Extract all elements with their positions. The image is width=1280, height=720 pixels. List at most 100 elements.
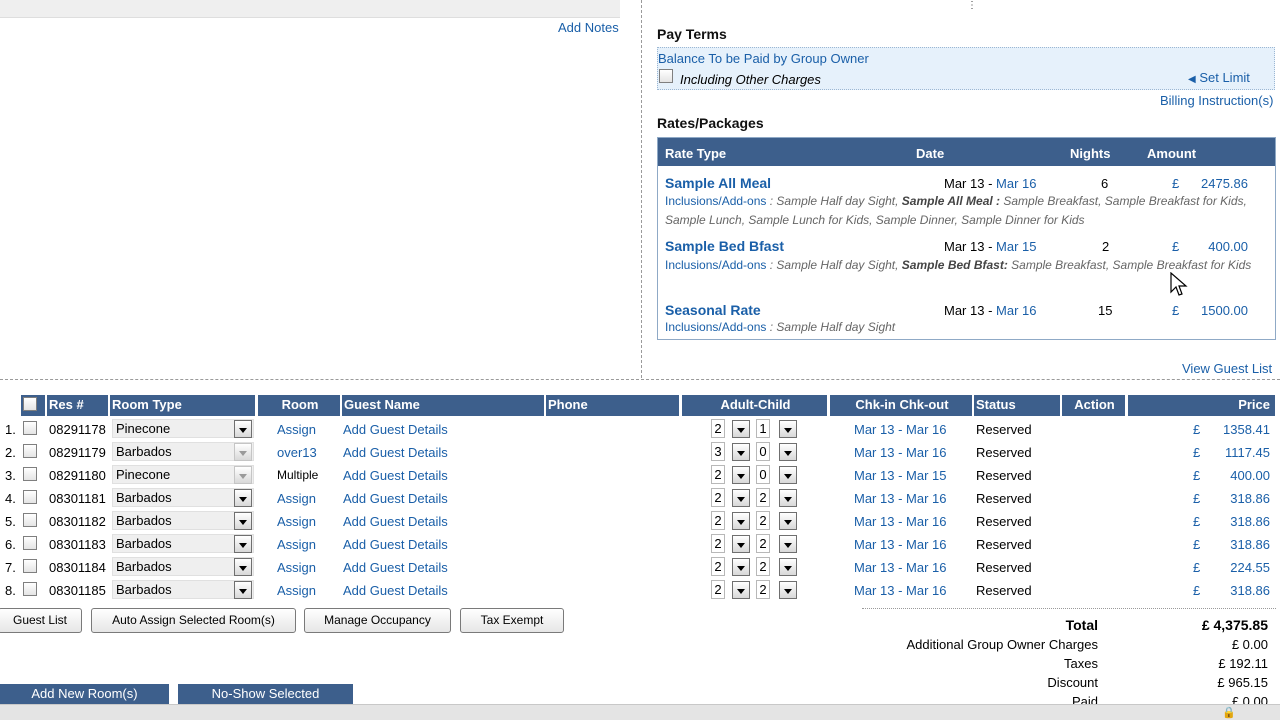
manage-occupancy-button[interactable]: Manage Occupancy bbox=[304, 608, 451, 633]
set-limit-link[interactable]: ◀ Set Limit bbox=[1188, 70, 1250, 85]
adult-count[interactable]: 2 bbox=[711, 557, 725, 576]
add-guest-details-link[interactable]: Add Guest Details bbox=[343, 582, 448, 599]
adult-dropdown-icon[interactable] bbox=[732, 535, 750, 553]
room-type-select[interactable]: Barbados bbox=[112, 442, 254, 461]
child-count[interactable]: 2 bbox=[756, 557, 770, 576]
child-dropdown-icon[interactable] bbox=[779, 581, 797, 599]
including-other-charges-checkbox[interactable] bbox=[659, 69, 673, 83]
adult-dropdown-icon[interactable] bbox=[732, 558, 750, 576]
inclusions-addons-link[interactable]: Inclusions/Add-ons bbox=[665, 320, 766, 334]
stay-dates-link[interactable]: Mar 13 - Mar 16 bbox=[854, 490, 946, 507]
price-link[interactable]: 318.86 bbox=[1160, 490, 1270, 507]
adult-dropdown-icon[interactable] bbox=[732, 581, 750, 599]
row-checkbox[interactable] bbox=[23, 582, 37, 596]
stay-dates-link[interactable]: Mar 13 - Mar 16 bbox=[854, 536, 946, 553]
room-type-select[interactable]: Barbados bbox=[112, 580, 254, 599]
room-type-dropdown-icon[interactable] bbox=[234, 512, 252, 530]
add-guest-details-link[interactable]: Add Guest Details bbox=[343, 444, 448, 461]
price-link[interactable]: 318.86 bbox=[1160, 536, 1270, 553]
rate-amount-link[interactable]: 2475.86 bbox=[1168, 176, 1248, 191]
adult-dropdown-icon[interactable] bbox=[732, 512, 750, 530]
room-type-dropdown-icon[interactable] bbox=[234, 489, 252, 507]
room-type-dropdown-icon[interactable] bbox=[234, 581, 252, 599]
child-dropdown-icon[interactable] bbox=[779, 558, 797, 576]
child-dropdown-icon[interactable] bbox=[779, 443, 797, 461]
add-guest-details-link[interactable]: Add Guest Details bbox=[343, 513, 448, 530]
child-dropdown-icon[interactable] bbox=[779, 489, 797, 507]
child-dropdown-icon[interactable] bbox=[779, 466, 797, 484]
child-count[interactable]: 0 bbox=[756, 465, 770, 484]
assign-room-link[interactable]: Assign bbox=[277, 490, 316, 507]
rate-amount-link[interactable]: 400.00 bbox=[1168, 239, 1248, 254]
room-type-select[interactable]: Barbados bbox=[112, 557, 254, 576]
row-checkbox[interactable] bbox=[23, 559, 37, 573]
room-type-dropdown-icon[interactable] bbox=[234, 420, 252, 438]
row-checkbox[interactable] bbox=[23, 536, 37, 550]
rate-name-link[interactable]: Sample All Meal bbox=[665, 175, 771, 191]
room-type-dropdown-icon[interactable] bbox=[234, 558, 252, 576]
adult-count[interactable]: 2 bbox=[711, 488, 725, 507]
row-checkbox[interactable] bbox=[23, 421, 37, 435]
room-type-select[interactable]: Barbados bbox=[112, 511, 254, 530]
add-guest-details-link[interactable]: Add Guest Details bbox=[343, 536, 448, 553]
view-guest-list-link[interactable]: View Guest List bbox=[1182, 361, 1272, 376]
row-checkbox[interactable] bbox=[23, 444, 37, 458]
adult-count[interactable]: 3 bbox=[711, 442, 725, 461]
stay-dates-link[interactable]: Mar 13 - Mar 16 bbox=[854, 559, 946, 576]
balance-paid-by-owner-link[interactable]: Balance To be Paid by Group Owner bbox=[658, 51, 869, 66]
rate-date-to-link[interactable]: Mar 15 bbox=[996, 239, 1036, 254]
billing-instructions-link[interactable]: Billing Instruction(s) bbox=[1160, 93, 1273, 108]
adult-dropdown-icon[interactable] bbox=[732, 489, 750, 507]
guest-list-button[interactable]: Guest List bbox=[0, 608, 82, 633]
rate-name-link[interactable]: Seasonal Rate bbox=[665, 302, 761, 318]
child-count[interactable]: 2 bbox=[756, 534, 770, 553]
assign-room-link[interactable]: Assign bbox=[277, 536, 316, 553]
adult-count[interactable]: 2 bbox=[711, 419, 725, 438]
child-dropdown-icon[interactable] bbox=[779, 535, 797, 553]
stay-dates-link[interactable]: Mar 13 - Mar 16 bbox=[854, 421, 946, 438]
adult-count[interactable]: 2 bbox=[711, 534, 725, 553]
inclusions-addons-link[interactable]: Inclusions/Add-ons bbox=[665, 194, 766, 208]
rate-amount-link[interactable]: 1500.00 bbox=[1168, 303, 1248, 318]
price-link[interactable]: 400.00 bbox=[1160, 467, 1270, 484]
inclusions-addons-link[interactable]: Inclusions/Add-ons bbox=[665, 258, 766, 272]
adult-dropdown-icon[interactable] bbox=[732, 420, 750, 438]
rate-date-to-link[interactable]: Mar 16 bbox=[996, 176, 1036, 191]
add-notes-link[interactable]: Add Notes bbox=[558, 20, 619, 35]
child-count[interactable]: 2 bbox=[756, 580, 770, 599]
price-link[interactable]: 318.86 bbox=[1160, 513, 1270, 530]
assigned-room-link[interactable]: over13 bbox=[277, 444, 317, 461]
row-checkbox[interactable] bbox=[23, 490, 37, 504]
stay-dates-link[interactable]: Mar 13 - Mar 16 bbox=[854, 513, 946, 530]
price-link[interactable]: 318.86 bbox=[1160, 582, 1270, 599]
adult-count[interactable]: 2 bbox=[711, 580, 725, 599]
add-guest-details-link[interactable]: Add Guest Details bbox=[343, 490, 448, 507]
child-count[interactable]: 2 bbox=[756, 511, 770, 530]
child-count[interactable]: 0 bbox=[756, 442, 770, 461]
child-dropdown-icon[interactable] bbox=[779, 512, 797, 530]
room-type-select[interactable]: Pinecone bbox=[112, 465, 254, 484]
adult-count[interactable]: 2 bbox=[711, 511, 725, 530]
room-type-select[interactable]: Pinecone bbox=[112, 419, 254, 438]
stay-dates-link[interactable]: Mar 13 - Mar 16 bbox=[854, 582, 946, 599]
assign-room-link[interactable]: Assign bbox=[277, 421, 316, 438]
row-checkbox[interactable] bbox=[23, 513, 37, 527]
select-all-checkbox[interactable] bbox=[23, 397, 37, 411]
stay-dates-link[interactable]: Mar 13 - Mar 15 bbox=[854, 467, 946, 484]
assign-room-link[interactable]: Assign bbox=[277, 559, 316, 576]
add-guest-details-link[interactable]: Add Guest Details bbox=[343, 467, 448, 484]
child-count[interactable]: 2 bbox=[756, 488, 770, 507]
adult-dropdown-icon[interactable] bbox=[732, 466, 750, 484]
price-link[interactable]: 1358.41 bbox=[1160, 421, 1270, 438]
assign-room-link[interactable]: Assign bbox=[277, 582, 316, 599]
stay-dates-link[interactable]: Mar 13 - Mar 16 bbox=[854, 444, 946, 461]
row-checkbox[interactable] bbox=[23, 467, 37, 481]
adult-count[interactable]: 2 bbox=[711, 465, 725, 484]
child-count[interactable]: 1 bbox=[756, 419, 770, 438]
price-link[interactable]: 1117.45 bbox=[1160, 444, 1270, 461]
tax-exempt-button[interactable]: Tax Exempt bbox=[460, 608, 564, 633]
room-type-select[interactable]: Barbados bbox=[112, 534, 254, 553]
room-type-dropdown-icon[interactable] bbox=[234, 466, 252, 484]
rate-date-to-link[interactable]: Mar 16 bbox=[996, 303, 1036, 318]
add-guest-details-link[interactable]: Add Guest Details bbox=[343, 421, 448, 438]
